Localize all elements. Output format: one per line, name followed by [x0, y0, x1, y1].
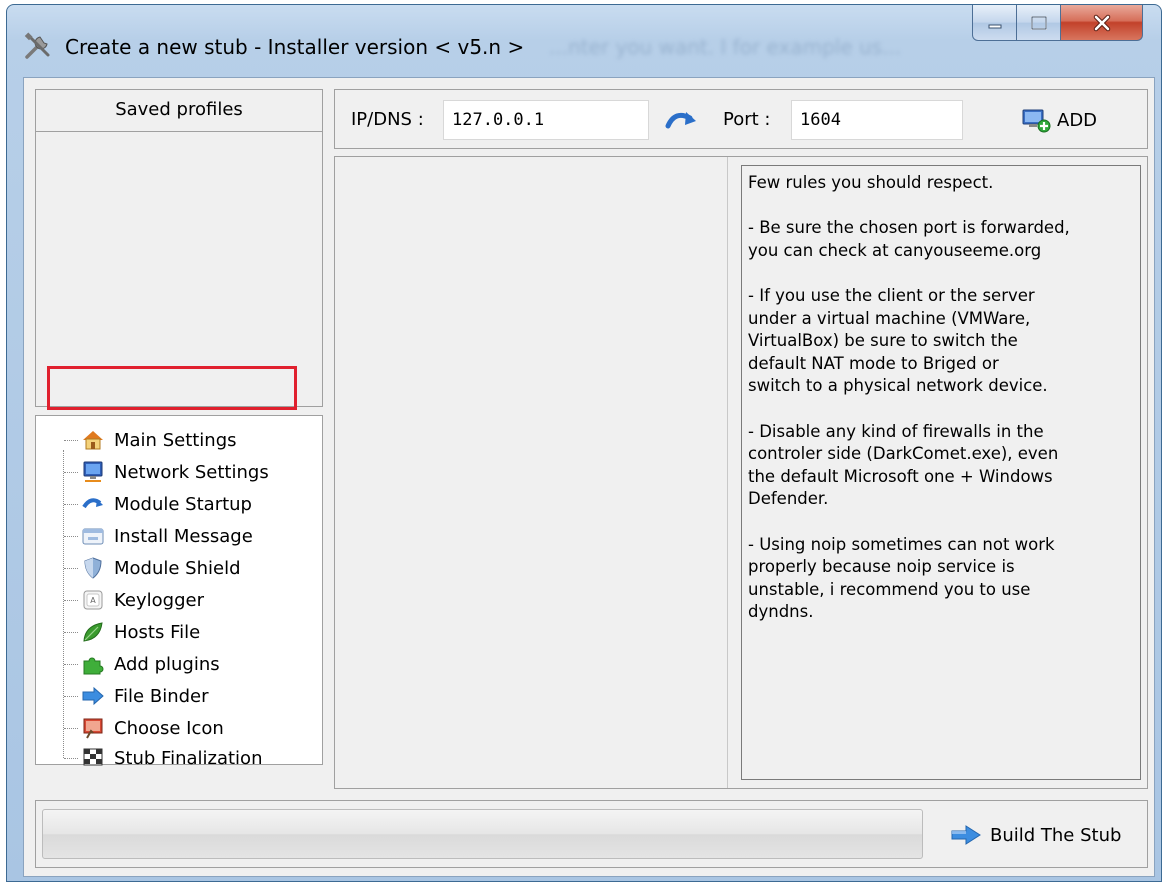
settings-tree: Main Settings Network Settings Module St…	[35, 415, 323, 769]
tree-item-label: Main Settings	[114, 429, 237, 451]
tree-item-install-message[interactable]: Install Message	[36, 520, 253, 552]
network-rules-info: Few rules you should respect. - Be sure …	[741, 165, 1141, 780]
tree-item-label: Install Message	[114, 525, 253, 547]
tree-item-label: Network Settings	[114, 461, 269, 483]
settings-content-panel: Few rules you should respect. - Be sure …	[334, 156, 1148, 789]
client-area: Saved profiles Main Settings Network Set…	[23, 77, 1155, 877]
add-network-icon	[1022, 109, 1051, 133]
build-stub-button[interactable]: Build The Stub	[938, 815, 1138, 855]
tree-item-main-settings[interactable]: Main Settings	[36, 424, 237, 456]
maximize-icon	[1030, 15, 1047, 30]
monitor-network-icon	[83, 461, 103, 482]
minimize-icon	[988, 24, 1001, 28]
svg-text:A: A	[90, 596, 96, 605]
tree-item-add-plugins[interactable]: Add plugins	[36, 648, 220, 680]
tree-item-label: Hosts File	[114, 621, 201, 643]
tree-item-keylogger[interactable]: A Keylogger	[36, 584, 204, 616]
tree-item-network-settings[interactable]: Network Settings	[36, 456, 269, 488]
picture-icon	[83, 718, 103, 739]
ip-dns-input[interactable]	[443, 100, 649, 140]
tree-item-choose-icon[interactable]: Choose Icon	[36, 712, 224, 744]
panel-splitter[interactable]	[727, 157, 728, 788]
key-icon: A	[83, 590, 103, 610]
tree-item-label: File Binder	[114, 685, 209, 707]
close-button[interactable]	[1061, 5, 1143, 41]
finish-flag-icon	[83, 748, 103, 766]
message-window-icon	[82, 528, 104, 545]
maximize-button[interactable]	[1017, 5, 1061, 41]
tree-item-module-shield[interactable]: Module Shield	[36, 552, 241, 584]
tree-item-stub-finalization[interactable]: Stub Finalization	[36, 742, 262, 774]
tree-item-hosts-file[interactable]: Hosts File	[36, 616, 200, 648]
title-bar[interactable]: Create a new stub - Installer version < …	[7, 5, 1161, 75]
window-controls	[972, 5, 1143, 45]
build-stub-label: Build The Stub	[990, 824, 1122, 846]
tree-item-file-binder[interactable]: File Binder	[36, 680, 209, 712]
saved-profiles-header: Saved profiles	[36, 90, 322, 132]
installer-window: Create a new stub - Installer version < …	[6, 4, 1162, 882]
arrow-right-icon	[951, 825, 981, 845]
connection-settings-bar: IP/DNS : Port : ADD	[334, 89, 1148, 149]
close-icon	[1093, 14, 1110, 31]
port-input[interactable]	[791, 100, 963, 140]
tree-item-label: Stub Finalization	[114, 747, 263, 769]
leaf-icon	[83, 622, 103, 642]
tree-item-label: Choose Icon	[114, 717, 224, 739]
tree-item-label: Module Shield	[114, 557, 241, 579]
refresh-arrow-icon[interactable]	[665, 104, 699, 134]
puzzle-icon	[83, 657, 104, 675]
tree-item-label: Keylogger	[114, 589, 204, 611]
build-progress-bar	[42, 809, 923, 859]
network-settings-highlight	[47, 366, 297, 410]
house-icon	[83, 431, 103, 450]
double-arrow-icon	[82, 686, 104, 706]
window-title-ghost: ...nter you want. I for example us...	[549, 35, 902, 59]
window-title: Create a new stub - Installer version < …	[65, 35, 525, 59]
tree-item-label: Add plugins	[114, 653, 220, 675]
ip-dns-label: IP/DNS :	[351, 109, 424, 130]
add-button-label: ADD	[1057, 109, 1098, 131]
add-button[interactable]: ADD	[1021, 102, 1117, 138]
tools-icon	[24, 32, 50, 59]
saved-profiles-panel: Saved profiles	[35, 89, 323, 407]
shield-icon	[84, 557, 102, 579]
startup-arrow-icon	[82, 498, 103, 509]
tree-item-label: Module Startup	[114, 493, 252, 515]
bottom-action-bar: Build The Stub	[35, 800, 1148, 868]
tree-item-module-startup[interactable]: Module Startup	[36, 488, 252, 520]
minimize-button[interactable]	[972, 5, 1017, 41]
port-label: Port :	[723, 109, 771, 130]
